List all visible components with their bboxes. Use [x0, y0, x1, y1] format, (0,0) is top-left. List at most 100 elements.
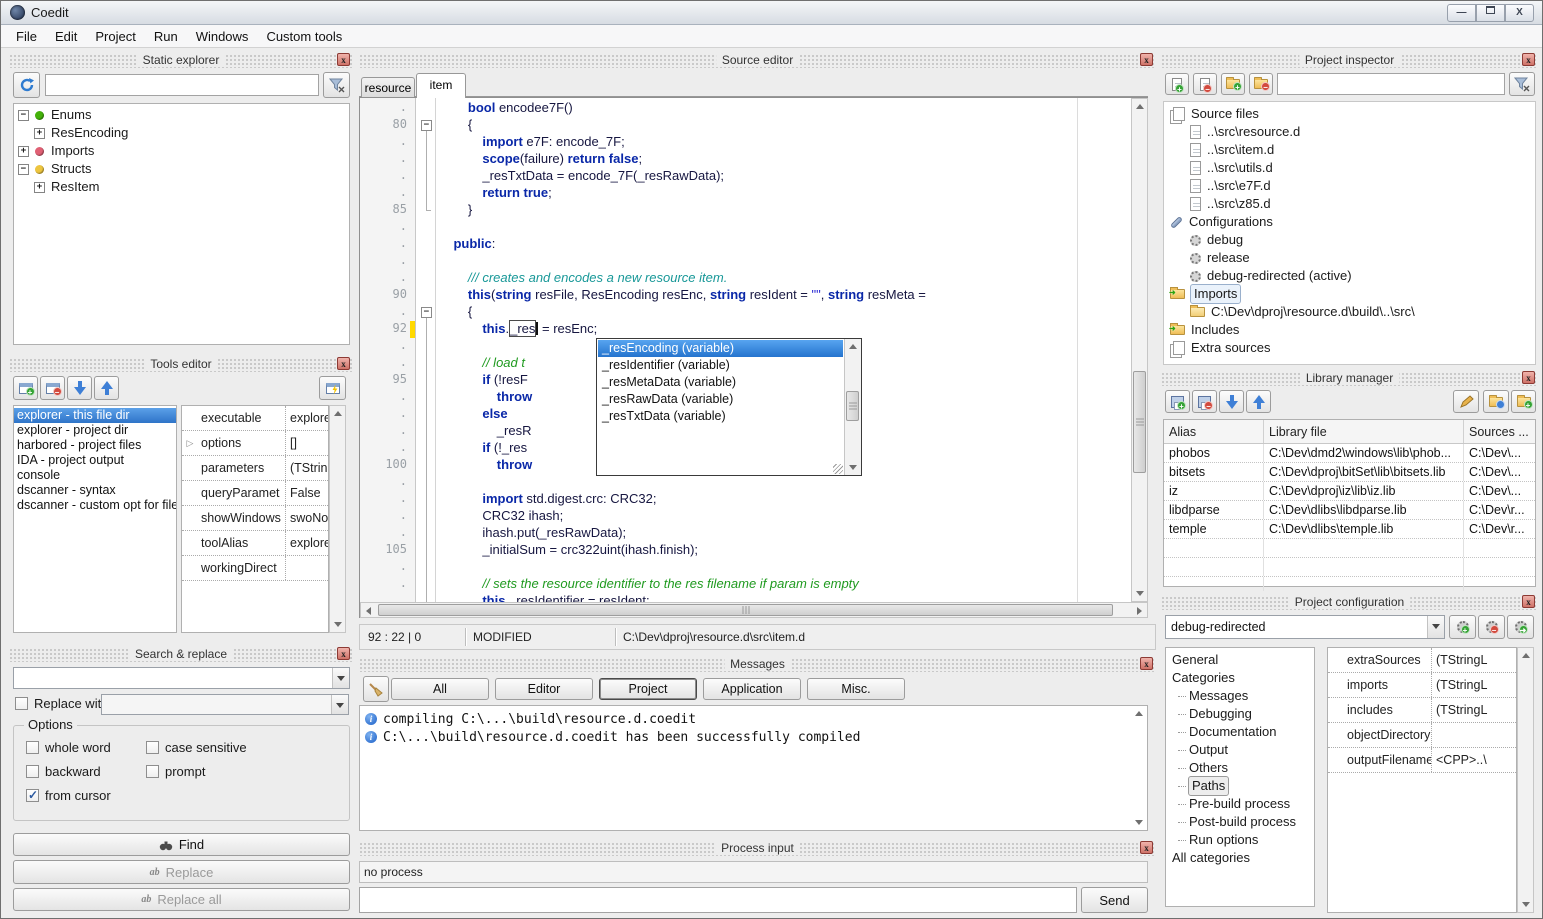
category-item[interactable]: General [1166, 651, 1314, 669]
code-line[interactable]: import e7F: encode_7F; [439, 134, 625, 151]
menu-item-file[interactable]: File [7, 27, 46, 46]
search-option-from-cursor[interactable]: from cursor [26, 788, 111, 803]
project-tree-node[interactable]: debug [1164, 231, 1535, 249]
property-value[interactable]: <CPP>..\ [1432, 748, 1516, 772]
message-line[interactable]: icompiling C:\...\build\resource.d.coedi… [360, 710, 1147, 728]
maximize-button[interactable] [1476, 4, 1505, 22]
message-line[interactable]: iC:\...\build\resource.d.coedit has been… [360, 728, 1147, 746]
property-row[interactable]: outputFilename<CPP>..\ [1328, 748, 1516, 773]
table-row[interactable]: libdparseC:\Dev\dlibs\libdparse.libC:\De… [1164, 501, 1535, 520]
category-item[interactable]: Debugging [1166, 705, 1314, 723]
configuration-selector[interactable]: debug-redirected [1165, 615, 1445, 639]
project-tree-node[interactable]: Includes [1164, 321, 1535, 339]
tree-expander-icon[interactable]: + [18, 146, 29, 157]
property-value[interactable]: explorer [286, 531, 328, 555]
table-row[interactable] [1164, 539, 1535, 558]
edit-library-button[interactable] [1453, 390, 1479, 413]
replace-all-button[interactable]: ab Replace all [13, 888, 350, 911]
column-header[interactable]: Sources ... [1464, 420, 1535, 443]
messages-filter-application[interactable]: Application [703, 678, 801, 700]
add-configuration-button[interactable]: + [1449, 615, 1476, 639]
chevron-down-icon[interactable] [1427, 616, 1444, 638]
tool-list-item[interactable]: dscanner - custom opt for file [14, 498, 176, 513]
add-file-button[interactable]: + [1165, 73, 1189, 95]
property-value[interactable]: (TStringL [1432, 673, 1516, 697]
property-row[interactable]: executableexplorer [182, 406, 328, 431]
code-line[interactable]: this._resIdentifier = resIdent; [439, 593, 650, 602]
replace-with-option[interactable]: Replace with [15, 696, 108, 711]
editor-horizontal-scrollbar[interactable] [360, 602, 1148, 618]
project-tree-node[interactable]: C:\Dev\dproj\resource.d\build\..\src\ [1164, 303, 1535, 321]
tree-expander-icon[interactable]: − [18, 110, 29, 121]
project-tree-node[interactable]: ..\src\e7F.d [1164, 177, 1535, 195]
sync-configuration-button[interactable]: ➜ [1507, 615, 1534, 639]
property-row[interactable]: showWindowsswoNone [182, 506, 328, 531]
chevron-down-icon[interactable] [332, 668, 349, 688]
import-library-folder-button[interactable] [1483, 390, 1509, 413]
expand-arrow-icon[interactable]: ▷ [182, 438, 198, 449]
close-panel-button[interactable]: x [337, 357, 350, 370]
process-input-field[interactable] [359, 887, 1077, 913]
add-tool-button[interactable]: + [13, 376, 38, 400]
menu-item-windows[interactable]: Windows [187, 27, 258, 46]
code-line[interactable]: // load t [439, 355, 525, 372]
property-row[interactable]: imports(TStringL [1328, 673, 1516, 698]
completion-item[interactable]: _resMetaData (variable) [598, 374, 843, 391]
minimize-button[interactable]: — [1447, 4, 1476, 22]
category-item[interactable]: Messages [1166, 687, 1314, 705]
add-folder-button[interactable]: + [1221, 73, 1245, 95]
move-library-down-button[interactable] [1219, 390, 1244, 413]
close-panel-button[interactable]: x [1140, 657, 1153, 670]
move-tool-down-button[interactable] [67, 376, 92, 400]
property-value[interactable]: (TStringL [1432, 698, 1516, 722]
project-tree-node[interactable]: debug-redirected (active) [1164, 267, 1535, 285]
symbol-tree-node[interactable]: +ResItem [14, 178, 349, 196]
category-item[interactable]: Output [1166, 741, 1314, 759]
tab-resource[interactable]: resource [361, 77, 415, 97]
search-option-case-sensitive[interactable]: case sensitive [146, 740, 247, 755]
code-line[interactable]: /// creates and encodes a new resource i… [439, 270, 727, 287]
tree-expander-icon[interactable]: − [18, 164, 29, 175]
property-value[interactable] [1432, 723, 1516, 747]
table-row[interactable]: templeC:\Dev\dlibs\temple.libC:\Dev\r... [1164, 520, 1535, 539]
project-tree-node[interactable]: Source files [1164, 105, 1535, 123]
property-value[interactable]: swoNone [286, 506, 328, 530]
tool-list-item[interactable]: harbored - project files [14, 438, 176, 453]
close-panel-button[interactable]: x [337, 53, 350, 66]
remove-file-button[interactable]: − [1193, 73, 1217, 95]
code-line[interactable]: this._res = resEnc; [439, 321, 597, 338]
project-tree-node[interactable]: Imports [1164, 285, 1535, 303]
execute-tool-button[interactable] [319, 376, 346, 400]
table-row[interactable]: izC:\Dev\dproj\iz\lib\iz.libC:\Dev\... [1164, 482, 1535, 501]
code-line[interactable]: _initialSum = crc322uint(ihash.finish); [439, 542, 698, 559]
code-line[interactable]: return true; [439, 185, 552, 202]
move-library-up-button[interactable] [1246, 390, 1271, 413]
property-row[interactable]: workingDirect [182, 556, 328, 581]
tool-list-item[interactable]: console [14, 468, 176, 483]
project-tree-node[interactable]: Configurations [1164, 213, 1535, 231]
property-value[interactable]: (TStringL [286, 456, 328, 480]
search-option-backward[interactable]: backward [26, 764, 101, 779]
refresh-button[interactable] [13, 72, 40, 98]
category-item[interactable]: Documentation [1166, 723, 1314, 741]
symbol-tree-node[interactable]: +ResEncoding [14, 124, 349, 142]
messages-filter-all[interactable]: All [391, 678, 489, 700]
clear-filter-button[interactable] [323, 72, 350, 98]
editor-vertical-scrollbar[interactable] [1131, 98, 1148, 602]
replace-with-checkbox[interactable] [15, 697, 28, 710]
code-line[interactable]: bool encodee7F() [439, 100, 573, 117]
symbol-filter-input[interactable] [45, 74, 319, 96]
configuration-grid-scrollbar[interactable] [1517, 647, 1534, 913]
code-line[interactable]: if (!_res [439, 440, 527, 457]
tree-expander-icon[interactable]: + [34, 128, 45, 139]
table-row[interactable]: phobosC:\Dev\dmd2\windows\lib\phob...C:\… [1164, 444, 1535, 463]
close-panel-button[interactable]: x [337, 647, 350, 660]
close-panel-button[interactable]: x [1140, 53, 1153, 66]
symbol-tree-node[interactable]: +Imports [14, 142, 349, 160]
code-line[interactable]: { [439, 304, 472, 321]
property-value[interactable]: [] [286, 431, 328, 455]
clear-filter-button[interactable] [1509, 72, 1535, 96]
completion-item[interactable]: _resEncoding (variable) [598, 340, 843, 357]
table-row[interactable]: bitsetsC:\Dev\dproj\bitSet\lib\bitsets.l… [1164, 463, 1535, 482]
property-value[interactable] [286, 556, 328, 580]
